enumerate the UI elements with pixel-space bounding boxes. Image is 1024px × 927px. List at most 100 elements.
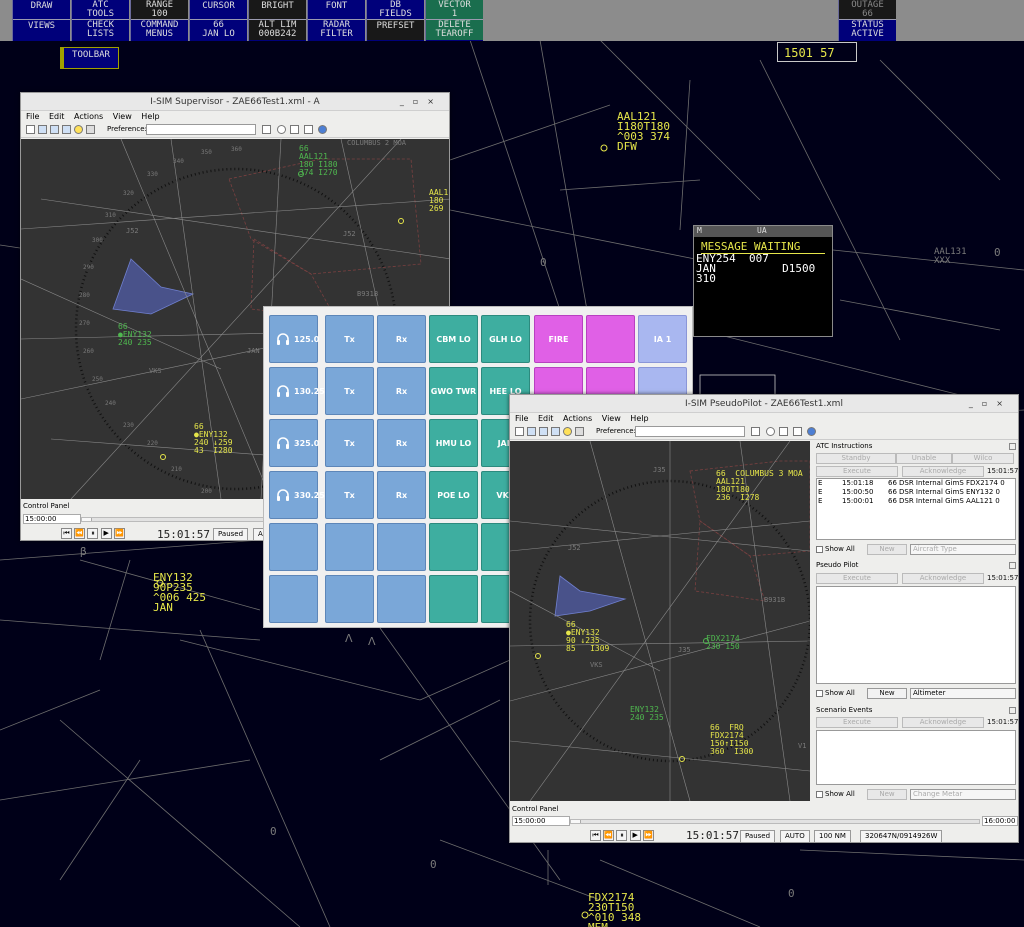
menu-button-draw[interactable]: DRAW VIEWS xyxy=(12,0,70,41)
lightbulb-icon[interactable] xyxy=(74,125,83,134)
radio-cell-r5-c0[interactable] xyxy=(269,575,318,623)
scope-datablock[interactable]: 66 COLUMBUS 3 MOA AAL121 180T180 236 I27… xyxy=(716,470,803,502)
wilco-button[interactable]: Wilco xyxy=(952,453,1014,464)
supervisor-titlebar[interactable]: I-SIM Supervisor - ZAE66Test1.xml - A _▫… xyxy=(21,93,449,111)
lightbulb-icon[interactable] xyxy=(563,427,572,436)
ua-message-box[interactable]: M UA MESSAGE WAITING ENY254 007 JAN D150… xyxy=(693,225,833,337)
globe-icon[interactable] xyxy=(807,427,816,436)
scope-datablock[interactable]: 66 FRQ FDX2174 150↑I150 360 I300 xyxy=(710,724,753,756)
window-controls[interactable]: _▫× xyxy=(400,93,443,111)
radio-cell-r5-c3[interactable] xyxy=(429,575,478,623)
altimeter-dropdown[interactable]: Altimeter xyxy=(910,688,1016,699)
close-panel-icon[interactable] xyxy=(1009,707,1016,714)
save-icon[interactable] xyxy=(539,427,548,436)
menu-help[interactable]: Help xyxy=(141,112,159,121)
timeline-thumb[interactable] xyxy=(571,820,581,823)
radio-cell-r4-c2[interactable] xyxy=(377,523,426,571)
radio-cell-r0-c3[interactable]: CBM LO xyxy=(429,315,478,363)
radio-cell-r2-c2[interactable]: Rx xyxy=(377,419,426,467)
execute-button[interactable]: Execute xyxy=(816,573,898,584)
radio-cell-r0-c4[interactable]: GLH LO xyxy=(481,315,530,363)
radio-cell-r1-c3[interactable]: GWO TWR xyxy=(429,367,478,415)
aircraft-type-dropdown[interactable]: Aircraft Type xyxy=(910,544,1016,555)
new-file-icon[interactable] xyxy=(26,125,35,134)
pilot-list[interactable] xyxy=(816,586,1016,684)
show-all-checkbox[interactable]: Show All xyxy=(816,790,855,798)
export-icon[interactable] xyxy=(304,125,313,134)
menu-button-bright[interactable]: BRIGHT ALT LIM 000B242 xyxy=(248,0,306,41)
open-file-icon[interactable] xyxy=(38,125,47,134)
radio-cell-r3-c3[interactable]: POE LO xyxy=(429,471,478,519)
timeline-thumb[interactable] xyxy=(82,518,92,521)
menu-button-font[interactable]: FONT RADAR FILTER xyxy=(307,0,365,41)
menu-button-db-fields[interactable]: DB FIELDS PREFSET xyxy=(366,0,424,41)
settings-icon[interactable] xyxy=(86,125,95,134)
fast-forward-icon[interactable]: ⏩ xyxy=(113,528,125,539)
menu-button-cursor[interactable]: CURSOR 66 JAN LO xyxy=(189,0,247,41)
save-pref-icon[interactable] xyxy=(262,125,271,134)
play-icon[interactable]: ▶ xyxy=(100,528,112,539)
execute-button[interactable]: Execute xyxy=(816,466,898,477)
radio-cell-r5-c1[interactable] xyxy=(325,575,374,623)
fast-forward-icon[interactable]: ⏩ xyxy=(642,830,654,841)
menu-edit[interactable]: Edit xyxy=(49,112,65,121)
menu-view[interactable]: View xyxy=(113,112,132,121)
pause-icon[interactable]: ⏸ xyxy=(87,528,99,539)
timeline-slider[interactable] xyxy=(570,819,980,824)
pause-icon[interactable]: ⏸ xyxy=(616,830,628,841)
menu-button-atc-tools[interactable]: ATC TOOLS CHECK LISTS xyxy=(71,0,129,41)
menu-actions[interactable]: Actions xyxy=(74,112,103,121)
show-all-checkbox[interactable]: Show All xyxy=(816,689,855,697)
close-panel-icon[interactable] xyxy=(1009,562,1016,569)
menu-edit[interactable]: Edit xyxy=(538,414,554,423)
standby-button[interactable]: Standby xyxy=(816,453,896,464)
radio-cell-r1-c0[interactable]: 130.25 xyxy=(269,367,325,415)
close-panel-icon[interactable] xyxy=(1009,443,1016,450)
end-time-field[interactable]: 16:00:00 xyxy=(982,816,1018,826)
new-button[interactable]: New xyxy=(867,688,907,699)
scope-datablock[interactable]: AAL1 180 269 xyxy=(429,189,448,213)
rewind-icon[interactable]: ⏪ xyxy=(74,528,86,539)
scope-datablock[interactable]: ENY132 240 235 xyxy=(630,706,664,722)
radio-cell-r2-c1[interactable]: Tx xyxy=(325,419,374,467)
new-file-icon[interactable] xyxy=(515,427,524,436)
radio-cell-r4-c0[interactable] xyxy=(269,523,318,571)
acknowledge-button[interactable]: Acknowledge xyxy=(902,573,984,584)
radio-cell-r0-c2[interactable]: Rx xyxy=(377,315,426,363)
list-item[interactable]: E 15:00:01 66 DSR Internal GimS AAL121 0 xyxy=(817,497,1015,506)
menu-view[interactable]: View xyxy=(602,414,621,423)
radio-cell-r5-c2[interactable] xyxy=(377,575,426,623)
new-button[interactable]: New xyxy=(867,789,907,800)
globe-icon[interactable] xyxy=(318,125,327,134)
save-as-icon[interactable] xyxy=(551,427,560,436)
scope-datablock[interactable]: 66 ●ENY132 90 ↓235 85 I309 xyxy=(566,621,609,653)
settings-icon[interactable] xyxy=(575,427,584,436)
menu-button-vector[interactable]: VECTOR 1 DELETE TEAROFF xyxy=(425,0,483,41)
radio-cell-r0-c0[interactable]: 125.0 xyxy=(269,315,319,363)
menu-actions[interactable]: Actions xyxy=(563,414,592,423)
radio-cell-r2-c0[interactable]: 325.0 xyxy=(269,419,319,467)
show-all-checkbox[interactable]: Show All xyxy=(816,545,855,553)
menu-file[interactable]: File xyxy=(515,414,528,423)
datablock-eny132[interactable]: ENY132 90P235 ^006 425 JAN xyxy=(153,572,206,613)
radio-cell-r0-c7[interactable]: IA 1 xyxy=(638,315,687,363)
skip-start-icon[interactable]: ⏮ xyxy=(590,830,601,841)
play-icon[interactable]: ▶ xyxy=(629,830,641,841)
menu-help[interactable]: Help xyxy=(630,414,648,423)
preference-select[interactable] xyxy=(635,426,745,437)
new-button[interactable]: New xyxy=(867,544,907,555)
radio-cell-r1-c1[interactable]: Tx xyxy=(325,367,374,415)
start-time-field[interactable]: 15:00:00 xyxy=(512,816,570,826)
save-pref-icon[interactable] xyxy=(751,427,760,436)
radio-cell-r3-c1[interactable]: Tx xyxy=(325,471,374,519)
radio-cell-r0-c6[interactable] xyxy=(586,315,635,363)
unable-button[interactable]: Unable xyxy=(896,453,952,464)
list-item[interactable]: E 15:01:18 66 DSR Internal GimS FDX2174 0 xyxy=(817,479,1015,488)
radio-cell-r4-c1[interactable] xyxy=(325,523,374,571)
list-item[interactable]: E 15:00:50 66 DSR Internal GimS ENY132 0 xyxy=(817,488,1015,497)
datablock-aal131[interactable]: AAL131 XXX xyxy=(934,248,967,266)
pseudopilot-titlebar[interactable]: I-SIM PseudoPilot - ZAE66Test1.xml _▫× xyxy=(510,395,1018,413)
menu-button-outage[interactable]: OUTAGE 66 STATUS ACTIVE xyxy=(838,0,896,41)
datablock-aal121[interactable]: AAL121 I180T180 ^003 374 DFW xyxy=(617,111,670,152)
save-icon[interactable] xyxy=(50,125,59,134)
